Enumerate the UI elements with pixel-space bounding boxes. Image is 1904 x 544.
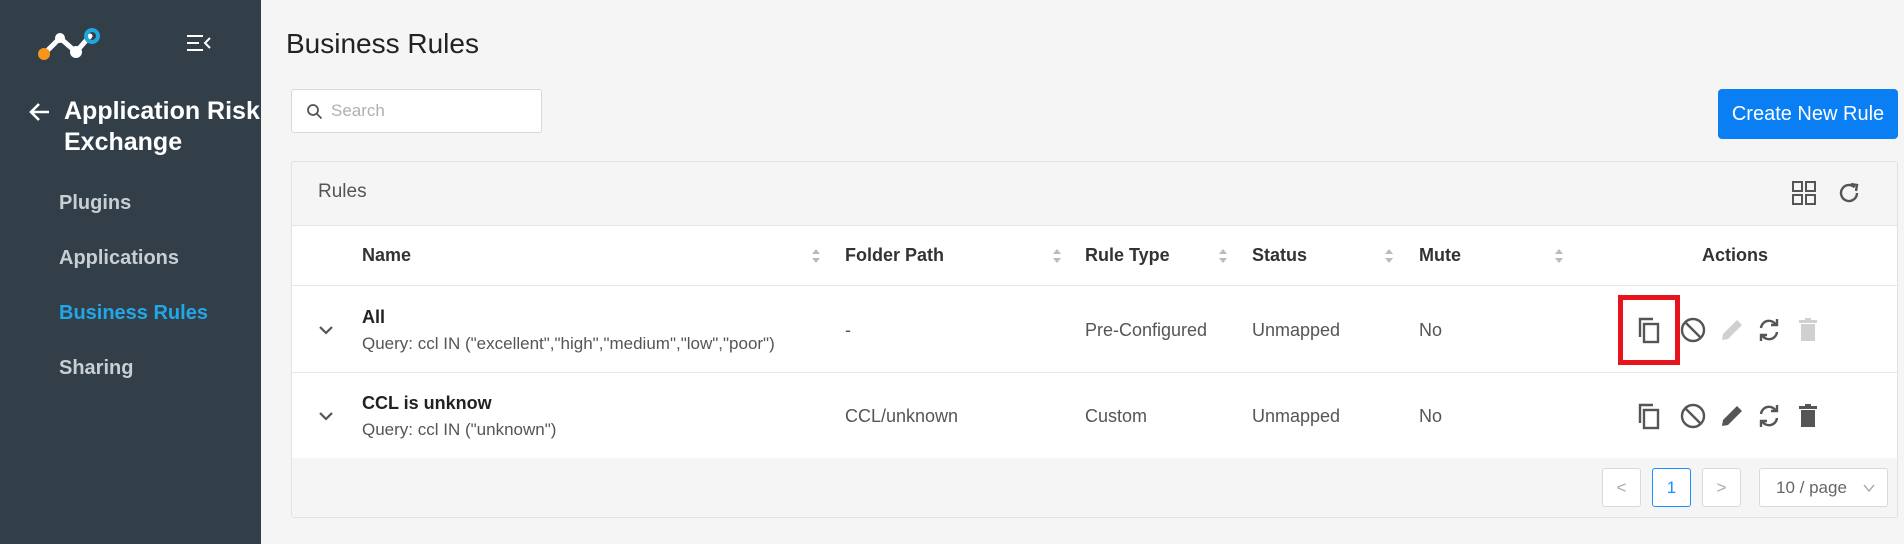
chevron-down-icon bbox=[1863, 484, 1875, 493]
folder-path-cell: CCL/unknown bbox=[845, 406, 959, 426]
page-size-select[interactable]: 10 / page bbox=[1759, 468, 1888, 507]
pagination-bar: < 1 > 10 / page bbox=[292, 458, 1897, 517]
sort-icon[interactable] bbox=[1384, 247, 1394, 265]
card-title: Rules bbox=[318, 181, 367, 202]
sidebar: Application Risk Exchange Plugins Applic… bbox=[0, 0, 261, 544]
rule-type-cell: Pre-Configured bbox=[1085, 320, 1208, 340]
copy-icon[interactable] bbox=[1634, 401, 1664, 431]
delete-icon bbox=[1799, 318, 1817, 341]
table-row: CCL is unknow Query: ccl IN ("unknown") … bbox=[292, 373, 1897, 459]
status-cell: Unmapped bbox=[1252, 406, 1341, 426]
mute-cell: No bbox=[1419, 320, 1443, 340]
edit-icon bbox=[1722, 320, 1742, 340]
column-mute[interactable]: Mute bbox=[1419, 245, 1461, 266]
rule-query: Query: ccl IN ("unknown") bbox=[362, 420, 557, 439]
page-size-label: 10 / page bbox=[1776, 477, 1847, 497]
table-header: Name Folder Path Rule Type Status Mute A… bbox=[292, 226, 1897, 286]
mute-cell: No bbox=[1419, 406, 1443, 426]
create-new-rule-button[interactable]: Create New Rule bbox=[1718, 89, 1898, 139]
search-box bbox=[291, 89, 542, 133]
netskope-logo[interactable] bbox=[36, 26, 100, 62]
sidebar-item-plugins[interactable]: Plugins bbox=[0, 176, 261, 231]
next-page-button[interactable]: > bbox=[1702, 468, 1741, 507]
column-actions: Actions bbox=[1702, 245, 1769, 265]
table-row: All Query: ccl IN ("excellent","high","m… bbox=[292, 287, 1897, 373]
search-input[interactable] bbox=[331, 101, 531, 121]
sort-icon[interactable] bbox=[1218, 247, 1228, 265]
folder-path-cell: - bbox=[845, 320, 851, 340]
prev-page-button[interactable]: < bbox=[1602, 468, 1641, 507]
sort-icon[interactable] bbox=[811, 247, 821, 265]
chevron-down-icon[interactable] bbox=[316, 406, 336, 426]
sidebar-item-sharing[interactable]: Sharing bbox=[0, 341, 261, 396]
page-title: Business Rules bbox=[286, 28, 479, 59]
column-rule-type[interactable]: Rule Type bbox=[1085, 245, 1170, 266]
rule-name: All bbox=[362, 307, 386, 327]
sidebar-nav: Plugins Applications Business Rules Shar… bbox=[0, 176, 261, 396]
sidebar-item-business-rules[interactable]: Business Rules bbox=[0, 286, 261, 341]
sort-icon[interactable] bbox=[1052, 247, 1062, 265]
delete-icon[interactable] bbox=[1793, 401, 1823, 431]
rule-name: CCL is unknow bbox=[362, 393, 492, 413]
sort-icon[interactable] bbox=[1554, 247, 1564, 265]
rules-card: Rules Name Folder Path Rule Type Status … bbox=[291, 161, 1898, 518]
rule-type-cell: Custom bbox=[1085, 406, 1148, 426]
disable-icon[interactable] bbox=[1678, 315, 1708, 345]
app-title: Application Risk Exchange bbox=[64, 97, 260, 156]
sidebar-item-applications[interactable]: Applications bbox=[0, 231, 261, 286]
refresh-icon[interactable] bbox=[1836, 180, 1862, 206]
menu-collapse-icon[interactable] bbox=[186, 33, 212, 53]
chevron-down-icon[interactable] bbox=[316, 320, 336, 340]
column-status[interactable]: Status bbox=[1252, 245, 1307, 266]
arrow-left-icon bbox=[29, 103, 49, 121]
card-header: Rules bbox=[292, 162, 1897, 226]
rule-name-cell: All Query: ccl IN ("excellent","high","m… bbox=[362, 307, 775, 354]
grid-view-icon[interactable] bbox=[1791, 180, 1817, 206]
edit-icon[interactable] bbox=[1717, 401, 1747, 431]
sync-icon[interactable] bbox=[1754, 315, 1784, 345]
sync-icon[interactable] bbox=[1754, 401, 1784, 431]
column-name[interactable]: Name bbox=[362, 245, 411, 266]
back-to-plugins[interactable]: Application Risk Exchange bbox=[28, 96, 264, 158]
copy-icon[interactable] bbox=[1634, 315, 1664, 345]
rule-name-cell: CCL is unknow Query: ccl IN ("unknown") bbox=[362, 393, 556, 440]
column-folder-path[interactable]: Folder Path bbox=[845, 245, 944, 266]
page-1-button[interactable]: 1 bbox=[1652, 468, 1691, 507]
disable-icon[interactable] bbox=[1678, 401, 1708, 431]
search-icon bbox=[307, 103, 323, 119]
rule-query: Query: ccl IN ("excellent","high","mediu… bbox=[362, 334, 775, 353]
status-cell: Unmapped bbox=[1252, 320, 1341, 340]
